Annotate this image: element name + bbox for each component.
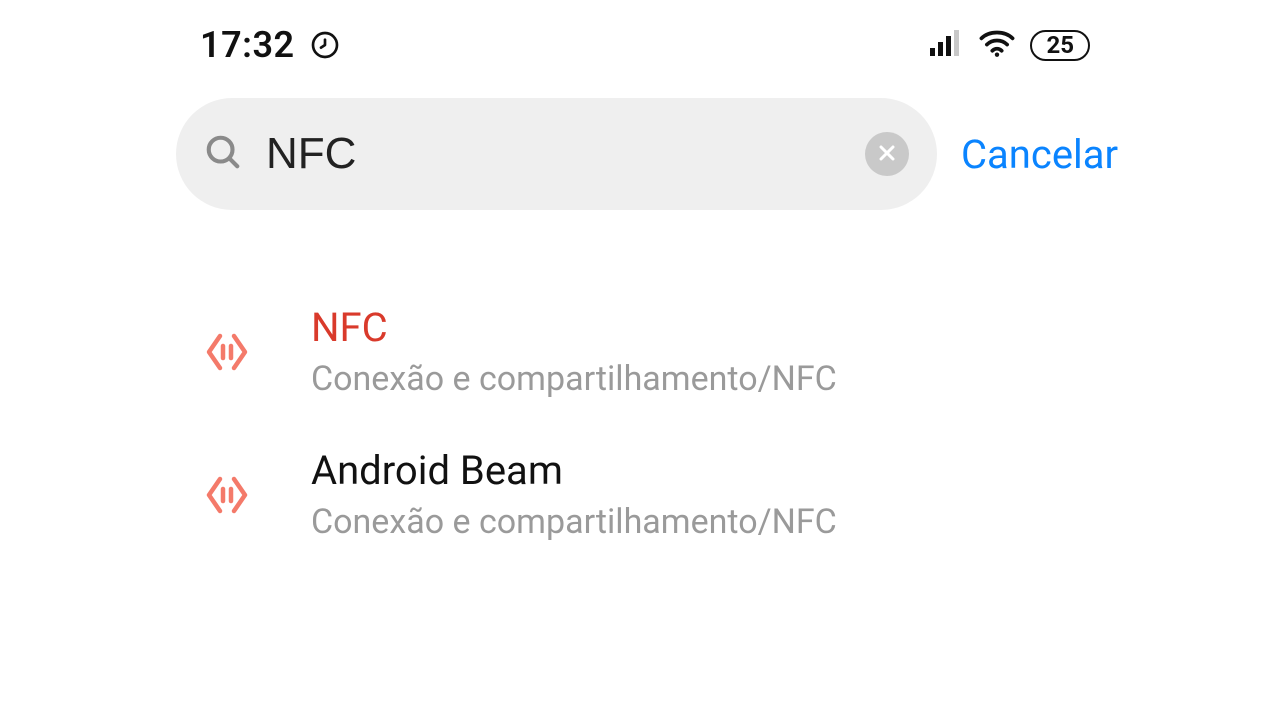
result-subtitle: Conexão e compartilhamento/NFC xyxy=(311,502,837,542)
connection-share-icon xyxy=(205,475,249,515)
result-item-android-beam[interactable]: Android Beam Conexão e compartilhamento/… xyxy=(205,423,1280,566)
battery-indicator: 25 xyxy=(1030,30,1090,61)
search-input[interactable] xyxy=(266,129,841,179)
connection-share-icon xyxy=(205,332,249,372)
status-clock: 17:32 xyxy=(200,24,295,66)
status-right: 25 xyxy=(930,29,1090,61)
result-item-nfc[interactable]: NFC Conexão e compartilhamento/NFC xyxy=(205,280,1280,423)
cancel-button[interactable]: Cancelar xyxy=(961,131,1118,178)
result-text: NFC Conexão e compartilhamento/NFC xyxy=(311,304,837,399)
status-left: 17:32 xyxy=(200,24,341,66)
wifi-icon xyxy=(978,29,1016,61)
search-field[interactable] xyxy=(176,98,937,210)
cellular-signal-icon xyxy=(930,30,964,60)
close-icon xyxy=(877,143,897,166)
result-text: Android Beam Conexão e compartilhamento/… xyxy=(311,447,837,542)
search-row: Cancelar xyxy=(0,80,1280,210)
status-bar: 17:32 25 xyxy=(0,0,1280,80)
alarm-icon xyxy=(309,29,341,61)
search-results: NFC Conexão e compartilhamento/NFC Andro… xyxy=(0,210,1280,566)
result-subtitle: Conexão e compartilhamento/NFC xyxy=(311,359,837,399)
result-title: NFC xyxy=(311,304,837,351)
search-icon xyxy=(204,133,242,175)
result-title: Android Beam xyxy=(311,447,837,494)
clear-search-button[interactable] xyxy=(865,132,909,176)
